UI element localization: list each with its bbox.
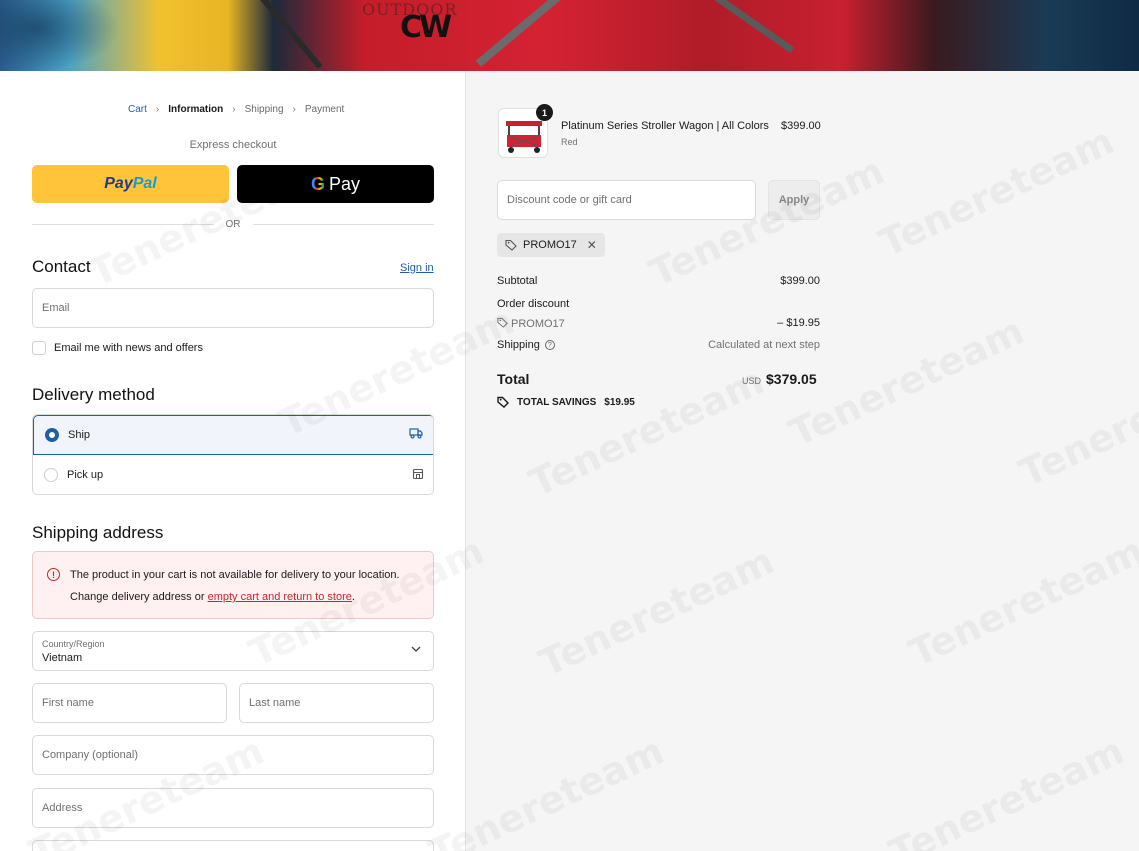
apply-discount-button[interactable]: Apply <box>768 180 820 220</box>
delivery-error-alert: ! The product in your cart is not availa… <box>32 551 434 619</box>
pickup-radio[interactable] <box>44 468 58 482</box>
alert-message: The product in your cart is not availabl… <box>70 569 400 581</box>
breadcrumb-payment: Payment <box>304 104 345 115</box>
paypal-logo: PayPal <box>104 175 157 192</box>
order-summary-column: 1 Platinum Series Stroller Wagon | All C… <box>465 71 1139 851</box>
empty-cart-link[interactable]: empty cart and return to store <box>208 591 352 603</box>
promo-code-label: PROMO17 <box>523 239 577 251</box>
subtotal-row: Subtotal $399.00 <box>497 275 820 287</box>
checkout-form-column: Cart › Information › Shipping › Payment … <box>0 71 465 851</box>
last-name-field[interactable]: Last name <box>239 683 434 723</box>
shipping-address-heading: Shipping address <box>32 523 164 542</box>
product-variant: Red <box>561 137 578 147</box>
delivery-method-options: Ship Pick up <box>32 414 434 495</box>
banner-frame-bar <box>475 0 566 67</box>
banner-frame-bar <box>700 0 795 54</box>
google-g-icon: G <box>310 173 325 194</box>
tag-icon <box>505 239 517 251</box>
applied-promo-chip: PROMO17 ✕ <box>497 233 605 257</box>
sign-in-link[interactable]: Sign in <box>400 262 434 274</box>
google-pay-button[interactable]: G Pay <box>237 165 434 203</box>
total-label: Total <box>497 371 530 387</box>
contact-heading: Contact <box>32 257 91 276</box>
company-field[interactable]: Company (optional) <box>32 735 434 775</box>
email-field[interactable]: Email <box>32 288 434 328</box>
savings-tag-icon <box>497 396 509 408</box>
total-value: $379.05 <box>766 371 817 387</box>
error-icon: ! <box>47 568 60 581</box>
subtotal-value: $399.00 <box>780 275 820 287</box>
order-discount-row: Order discount <box>497 298 570 310</box>
banner-frame-bar <box>260 0 323 69</box>
banner-shade <box>0 0 120 71</box>
express-checkout-label: Express checkout <box>189 139 277 151</box>
tag-icon <box>497 317 508 328</box>
chevron-right-icon: › <box>155 104 160 115</box>
product-price: $399.00 <box>781 120 821 132</box>
total-savings: TOTAL SAVINGS $19.95 <box>497 396 635 408</box>
shipping-value: Calculated at next step <box>708 339 820 351</box>
delivery-option-pickup[interactable]: Pick up <box>33 455 433 494</box>
chevron-right-icon: › <box>292 104 296 115</box>
breadcrumb-shipping: Shipping <box>244 104 284 115</box>
truck-icon <box>409 428 423 442</box>
pickup-label: Pick up <box>67 469 104 481</box>
store-icon <box>412 468 424 483</box>
country-select[interactable]: Country/Region Vietnam <box>32 631 434 671</box>
shipping-row: Shipping? Calculated at next step <box>497 339 820 351</box>
news-label: Email me with news and offers <box>54 342 203 354</box>
discount-value: – $19.95 <box>777 317 820 329</box>
store-logo[interactable]: CW <box>400 10 452 45</box>
hero-banner: OUTDOOR CW <box>0 0 1139 71</box>
ship-radio[interactable] <box>45 428 59 442</box>
country-value: Vietnam <box>42 652 83 664</box>
breadcrumb-cart[interactable]: Cart <box>128 104 147 115</box>
paypal-button[interactable]: PayPal <box>32 165 229 203</box>
first-name-field[interactable]: First name <box>32 683 227 723</box>
country-label: Country/Region <box>42 639 105 649</box>
ship-label: Ship <box>68 429 91 441</box>
delivery-option-ship[interactable]: Ship <box>33 415 433 455</box>
or-divider: OR <box>32 219 434 230</box>
alert-action-text: Change delivery address or empty cart an… <box>70 591 355 603</box>
breadcrumb: Cart › Information › Shipping › Payment <box>128 104 344 115</box>
address-field[interactable]: Address <box>32 788 434 828</box>
discount-code-input[interactable]: Discount code or gift card <box>497 180 756 220</box>
news-opt-in[interactable]: Email me with news and offers <box>32 341 203 355</box>
currency-label: USD <box>742 376 762 386</box>
help-icon[interactable]: ? <box>544 340 555 351</box>
apartment-field[interactable] <box>32 840 434 851</box>
breadcrumb-information: Information <box>168 104 224 115</box>
chevron-right-icon: › <box>232 104 236 115</box>
quantity-badge: 1 <box>536 104 553 121</box>
product-name: Platinum Series Stroller Wagon | All Col… <box>561 120 769 132</box>
google-pay-label: Pay <box>328 173 361 194</box>
delivery-method-heading: Delivery method <box>32 385 155 404</box>
remove-promo-icon[interactable]: ✕ <box>587 238 597 252</box>
discount-code-row: PROMO17 – $19.95 <box>497 317 820 330</box>
news-checkbox[interactable] <box>32 341 46 355</box>
chevron-down-icon <box>411 644 421 656</box>
